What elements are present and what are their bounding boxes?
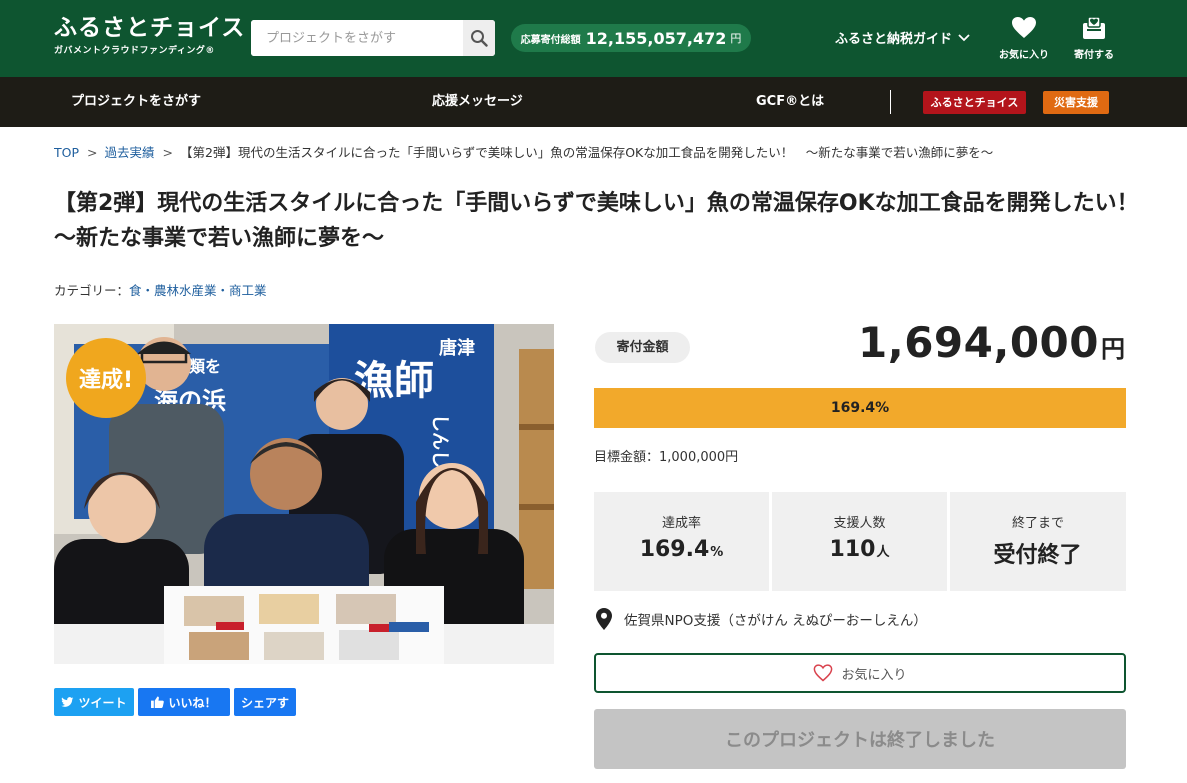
donate-box-icon [1083, 16, 1105, 39]
facebook-like-button[interactable]: いいね！ [138, 688, 230, 716]
breadcrumb-separator: > [87, 145, 98, 160]
search-box [251, 20, 495, 56]
breadcrumb-top[interactable]: TOP [54, 145, 79, 160]
progress-percent: 169.4% [830, 400, 890, 416]
stat-value: 受付終了 [993, 543, 1082, 568]
site-header: ふるさとチョイス ガバメントクラウドファンディング® 応募寄付総額 12,155… [0, 0, 1187, 77]
nav-support-messages[interactable]: 応援メッセージ [432, 77, 523, 127]
total-donation-badge: 応募寄付総額 12,155,057,472 円 [511, 24, 751, 52]
heart-outline-icon [814, 664, 833, 682]
organization-name[interactable]: 佐賀県NPO支援（さがけん えぬぴーおーしえん） [624, 609, 927, 629]
donate-button[interactable]: 寄付する [1061, 14, 1127, 61]
donation-amount-label: 寄付金額 [595, 332, 690, 363]
project-ended-button: このプロジェクトは終了しました [594, 709, 1126, 769]
search-icon [471, 30, 488, 47]
favorites-button[interactable]: お気に入り [991, 14, 1057, 61]
stat-label: 支援人数 [833, 516, 886, 531]
stat-supporters: 支援人数 110人 [772, 492, 947, 591]
main-nav: プロジェクトをさがす 応援メッセージ GCF®とは ふるさとチョイス 災害支援 [0, 77, 1187, 127]
donation-amount: 1,694,000円 [858, 318, 1125, 367]
tweet-label: ツイート [78, 695, 127, 710]
guide-label: ふるさと納税ガイド [835, 32, 953, 47]
furusato-guide-menu[interactable]: ふるさと納税ガイド [835, 28, 970, 47]
site-logo[interactable]: ふるさとチョイス ガバメントクラウドファンディング® [54, 14, 245, 56]
category-link[interactable]: 食・農林水産業・商工業 [129, 283, 267, 298]
like-label: いいね！ [168, 695, 217, 710]
nav-divider [890, 90, 891, 114]
stat-unit: 人 [876, 545, 890, 560]
logo-subtitle: ガバメントクラウドファンディング® [54, 46, 215, 56]
total-donation-unit: 円 [730, 32, 742, 45]
stat-label: 終了まで [1011, 516, 1064, 531]
search-input[interactable] [251, 20, 463, 56]
nav-find-projects[interactable]: プロジェクトをさがす [71, 77, 201, 127]
nav-disaster-support-badge[interactable]: 災害支援 [1043, 91, 1109, 114]
banner-text: 唐津 [439, 337, 475, 359]
organization: 佐賀県NPO支援（さがけん えぬぴーおーしえん） [596, 608, 927, 630]
category-label: カテゴリー： [54, 283, 130, 298]
donation-amount-unit: 円 [1101, 335, 1125, 363]
stat-value: 169.4 [639, 537, 710, 562]
search-button[interactable] [463, 20, 495, 56]
donate-label: 寄付する [1074, 50, 1114, 61]
stat-label: 達成率 [661, 516, 701, 531]
project-category: カテゴリー：食・農林水産業・商工業 [54, 280, 267, 299]
location-pin-icon [596, 608, 612, 630]
stat-value: 110 [829, 537, 876, 562]
tweet-button[interactable]: ツイート [54, 688, 134, 716]
nav-furusato-choice-badge[interactable]: ふるさとチョイス [923, 91, 1026, 114]
share-label: シェアす [240, 695, 289, 710]
facebook-share-button[interactable]: シェアす [234, 688, 296, 716]
stat-unit: % [710, 545, 724, 560]
nav-about-gcf[interactable]: GCF®とは [756, 77, 824, 127]
stat-achievement-rate: 達成率 169.4% [594, 492, 769, 591]
project-image: 新鮮な魚介類を 海の浜 唐津 漁師 しんしゃい 飯 [54, 324, 554, 664]
breadcrumb-past-results[interactable]: 過去実績 [105, 145, 155, 160]
chevron-down-icon [958, 33, 970, 41]
heart-icon [1012, 17, 1036, 38]
project-photo: 新鮮な魚介類を 海の浜 唐津 漁師 しんしゃい 飯 [54, 324, 554, 664]
total-donation-value: 12,155,057,472 [585, 28, 727, 48]
achieved-badge: 達成! [79, 367, 133, 393]
breadcrumb-current: 【第2弾】現代の生活スタイルに合った「手間いらずで美味しい」魚の常温保存OKな加… [180, 145, 994, 160]
goal-amount: 目標金額：1,000,000円 [594, 450, 739, 465]
add-to-favorites-button[interactable]: お気に入り [594, 653, 1126, 693]
favorites-label: お気に入り [999, 50, 1049, 61]
page-title: 【第2弾】現代の生活スタイルに合った「手間いらずで美味しい」魚の常温保存OKな加… [54, 191, 1161, 251]
favorite-button-label: お気に入り [841, 667, 907, 683]
funding-progress-bar: 169.4% [594, 388, 1126, 428]
total-donation-label: 応募寄付総額 [520, 34, 581, 46]
breadcrumb: TOP > 過去実績 > 【第2弾】現代の生活スタイルに合った「手間いらずで美味しい」魚… [54, 142, 1174, 161]
breadcrumb-separator: > [162, 145, 173, 160]
stat-time-remaining: 終了まで 受付終了 [950, 492, 1126, 591]
thumbs-up-icon [151, 696, 165, 708]
logo-title: ふるさとチョイス [54, 15, 246, 41]
donation-amount-value: 1,694,000 [858, 318, 1099, 367]
twitter-bird-icon [61, 696, 74, 707]
